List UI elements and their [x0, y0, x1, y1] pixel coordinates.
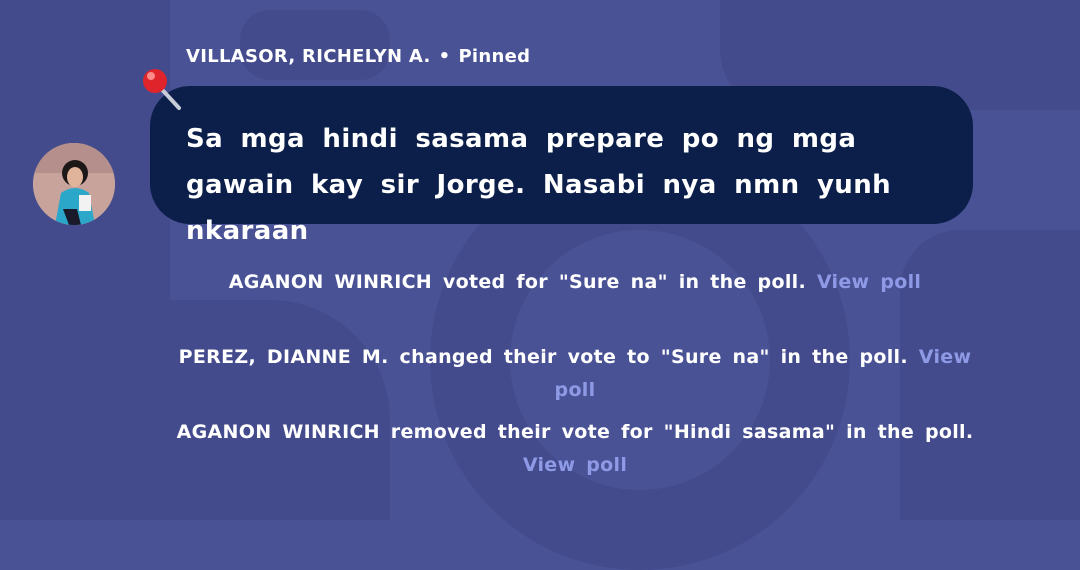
message-sender-line: VILLASOR, RICHELYN A. • Pinned: [186, 46, 530, 67]
background-shape: [60, 300, 390, 520]
poll-event-text: PEREZ, DIANNE M. changed their vote to "…: [178, 346, 908, 368]
poll-event: AGANON WINRICH removed their vote for "H…: [160, 416, 990, 482]
sender-name: VILLASOR, RICHELYN A.: [186, 46, 431, 67]
pinned-message-bubble[interactable]: Sa mga hindi sasama prepare po ng mga ga…: [150, 86, 973, 246]
avatar[interactable]: [33, 143, 115, 225]
poll-event: PEREZ, DIANNE M. changed their vote to "…: [160, 341, 990, 407]
pushpin-icon: [143, 69, 181, 110]
background-shape: [240, 10, 390, 80]
separator-dot: •: [438, 46, 451, 67]
pinned-label: Pinned: [458, 46, 531, 67]
poll-event-text: AGANON WINRICH voted for "Sure na" in th…: [228, 271, 806, 293]
view-poll-link[interactable]: View poll: [523, 454, 627, 476]
view-poll-link[interactable]: View poll: [817, 271, 921, 293]
poll-event-text: AGANON WINRICH removed their vote for "H…: [176, 421, 974, 443]
avatar-image: [33, 143, 115, 225]
poll-event: AGANON WINRICH voted for "Sure na" in th…: [160, 266, 990, 299]
